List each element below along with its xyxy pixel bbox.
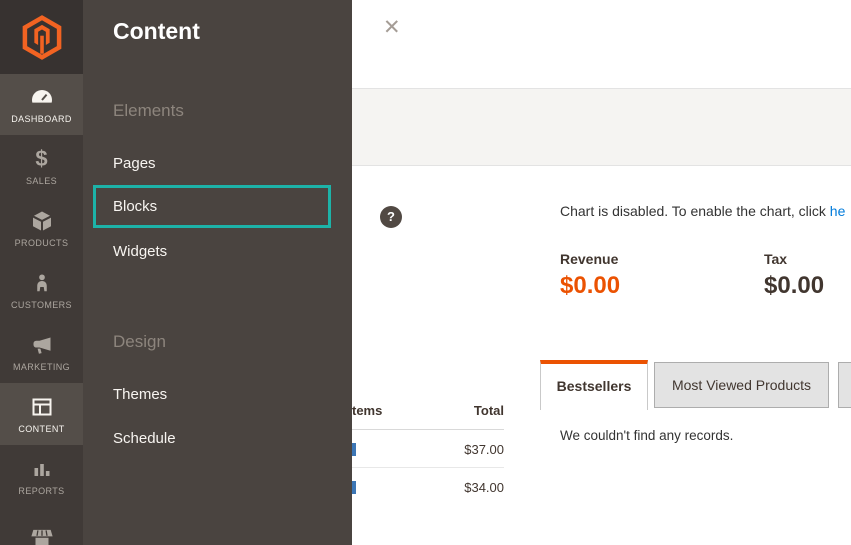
order-total-cell: $37.00 xyxy=(464,442,504,457)
enable-chart-link[interactable]: he xyxy=(830,203,846,219)
chart-disabled-notice: Chart is disabled. To enable the chart, … xyxy=(560,203,845,219)
sidebar-item-label: CUSTOMERS xyxy=(11,300,72,310)
table-divider xyxy=(352,429,504,430)
menu-item-themes[interactable]: Themes xyxy=(113,386,167,403)
orders-col-total: Total xyxy=(474,403,504,418)
revenue-stat: Revenue $0.00 xyxy=(560,251,620,300)
section-title-elements: Elements xyxy=(113,101,184,121)
dollar-icon: $ xyxy=(35,147,47,171)
box-icon xyxy=(30,209,54,233)
tax-label: Tax xyxy=(764,251,824,267)
menu-item-pages[interactable]: Pages xyxy=(113,155,156,172)
bar-chart-icon xyxy=(30,457,54,481)
layout-icon xyxy=(30,395,54,419)
magento-logo-icon xyxy=(22,15,62,60)
flyout-title: Content xyxy=(113,18,200,45)
sidebar-item-reports[interactable]: REPORTS xyxy=(0,445,83,507)
sidebar-item-customers[interactable]: CUSTOMERS xyxy=(0,259,83,321)
menu-item-widgets[interactable]: Widgets xyxy=(113,243,167,260)
tax-value: $0.00 xyxy=(764,272,824,300)
magento-admin-screen: ? Chart is disabled. To enable the chart… xyxy=(0,0,851,545)
magento-logo[interactable] xyxy=(0,0,83,74)
table-divider xyxy=(352,467,504,468)
dashboard-gauge-icon xyxy=(30,85,54,109)
order-total-cell: $34.00 xyxy=(464,480,504,495)
tax-stat: Tax $0.00 xyxy=(764,251,824,300)
person-icon xyxy=(31,271,53,295)
storefront-icon xyxy=(29,526,55,545)
tab-cutoff[interactable] xyxy=(838,362,851,408)
menu-item-blocks[interactable]: Blocks xyxy=(96,198,157,215)
chart-disabled-text: Chart is disabled. To enable the chart, … xyxy=(560,203,830,219)
sidebar-item-stores[interactable] xyxy=(0,507,83,545)
section-title-design: Design xyxy=(113,332,166,352)
sidebar-item-label: DASHBOARD xyxy=(11,114,72,124)
tab-most-viewed-products[interactable]: Most Viewed Products xyxy=(654,362,829,408)
sidebar-item-dashboard[interactable]: DASHBOARD xyxy=(0,74,83,135)
order-link-fragment[interactable] xyxy=(352,443,356,456)
content-flyout-menu: Content ✕ Elements Pages Blocks Widgets … xyxy=(83,0,352,545)
sidebar-item-marketing[interactable]: MARKETING xyxy=(0,321,83,383)
close-icon[interactable]: ✕ xyxy=(383,17,401,38)
sidebar-item-products[interactable]: PRODUCTS xyxy=(0,197,83,259)
order-link-fragment[interactable] xyxy=(352,481,356,494)
help-icon[interactable]: ? xyxy=(380,206,402,228)
sidebar-item-label: REPORTS xyxy=(18,486,64,496)
sidebar-item-content[interactable]: CONTENT xyxy=(0,383,83,445)
tab-bestsellers[interactable]: Bestsellers xyxy=(540,360,648,410)
sidebar-item-sales[interactable]: $ SALES xyxy=(0,135,83,197)
sidebar-item-label: CONTENT xyxy=(18,424,64,434)
revenue-label: Revenue xyxy=(560,251,620,267)
admin-sidebar: DASHBOARD $ SALES PRODUCTS xyxy=(0,0,83,545)
empty-records-message: We couldn't find any records. xyxy=(560,428,733,443)
megaphone-icon xyxy=(30,333,54,357)
sidebar-item-label: SALES xyxy=(26,176,57,186)
sidebar-item-label: PRODUCTS xyxy=(15,238,69,248)
orders-col-items: tems xyxy=(352,403,382,418)
menu-item-schedule[interactable]: Schedule xyxy=(113,430,176,447)
revenue-value: $0.00 xyxy=(560,272,620,300)
sidebar-item-label: MARKETING xyxy=(13,362,70,372)
menu-item-blocks-highlight[interactable]: Blocks xyxy=(93,185,331,228)
